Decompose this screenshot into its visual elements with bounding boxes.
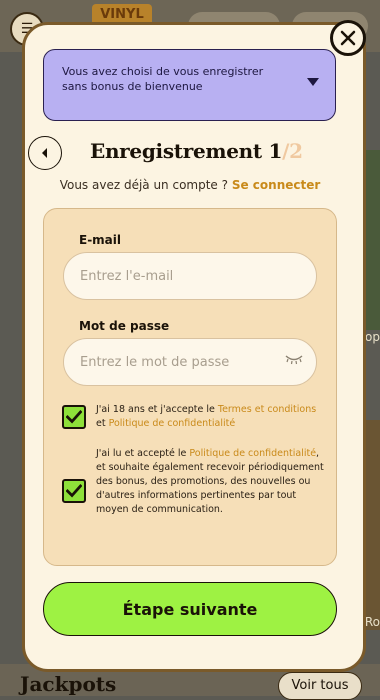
privacy-checkbox[interactable]	[62, 479, 86, 503]
password-label: Mot de passe	[79, 319, 170, 333]
bonus-banner[interactable]: Vous avez choisi de vous enregistrer san…	[43, 49, 336, 121]
close-icon	[340, 30, 356, 46]
terms-link[interactable]: Termes et conditions	[218, 404, 316, 415]
step-total: /2	[282, 139, 303, 163]
check-icon	[66, 410, 82, 424]
privacy-link[interactable]: Politique de confidentialité	[109, 418, 236, 429]
terms-prefix: J'ai 18 ans et j'accepte le	[96, 404, 218, 415]
section-title-jackpots: Jackpots	[20, 672, 117, 696]
login-link[interactable]: Se connecter	[232, 178, 320, 192]
privacy-prefix: J'ai lu et accepté le	[96, 448, 190, 459]
login-prompt: Vous avez déjà un compte ? Se connecter	[0, 178, 380, 192]
game-label: op	[365, 330, 380, 344]
chevron-left-icon	[42, 148, 47, 158]
privacy-link-2[interactable]: Politique de confidentialité	[189, 448, 316, 459]
back-button[interactable]	[28, 136, 62, 170]
game-thumbnail[interactable]	[364, 150, 380, 330]
email-field[interactable]	[63, 252, 317, 300]
page-title: Enregistrement 1/2	[90, 139, 303, 163]
step-current: 1	[268, 139, 283, 163]
title-text: Enregistrement	[90, 139, 262, 163]
login-text: Vous avez déjà un compte ?	[59, 178, 228, 192]
chevron-down-icon	[307, 78, 319, 86]
terms-text: J'ai 18 ans et j'accepte le Termes et co…	[96, 403, 324, 431]
eye-closed-icon[interactable]	[284, 352, 304, 366]
terms-checkbox[interactable]	[62, 405, 86, 429]
password-field[interactable]	[63, 338, 317, 386]
banner-text: Vous avez choisi de vous enregistrer san…	[62, 65, 264, 93]
next-step-button[interactable]: Étape suivante	[43, 582, 337, 636]
email-label: E-mail	[79, 233, 122, 247]
privacy-text: J'ai lu et accepté le Politique de confi…	[96, 447, 324, 517]
close-button[interactable]	[330, 20, 366, 56]
game-thumbnail-2[interactable]	[364, 420, 380, 630]
check-icon	[66, 484, 82, 498]
terms-middle: et	[96, 418, 109, 429]
game-label-2: Ro	[364, 615, 380, 629]
